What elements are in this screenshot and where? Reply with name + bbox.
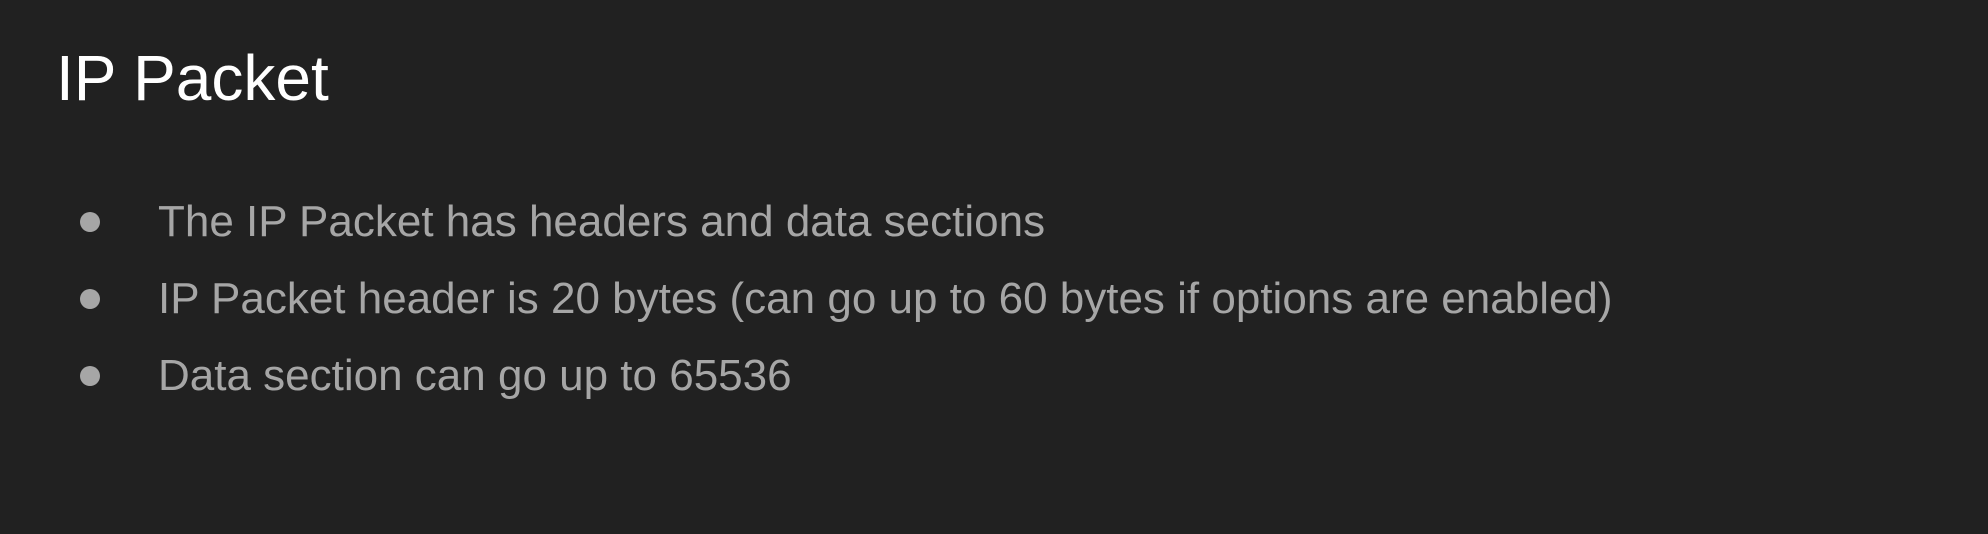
bullet-dot-icon xyxy=(80,289,100,309)
bullet-text: Data section can go up to 65536 xyxy=(158,351,792,400)
bullet-text: IP Packet header is 20 bytes (can go up … xyxy=(158,274,1613,323)
bullet-dot-icon xyxy=(80,366,100,386)
bullet-dot-icon xyxy=(80,212,100,232)
slide: IP Packet The IP Packet has headers and … xyxy=(0,0,1988,534)
slide-title: IP Packet xyxy=(56,42,329,114)
bullet-text: The IP Packet has headers and data secti… xyxy=(158,197,1046,246)
